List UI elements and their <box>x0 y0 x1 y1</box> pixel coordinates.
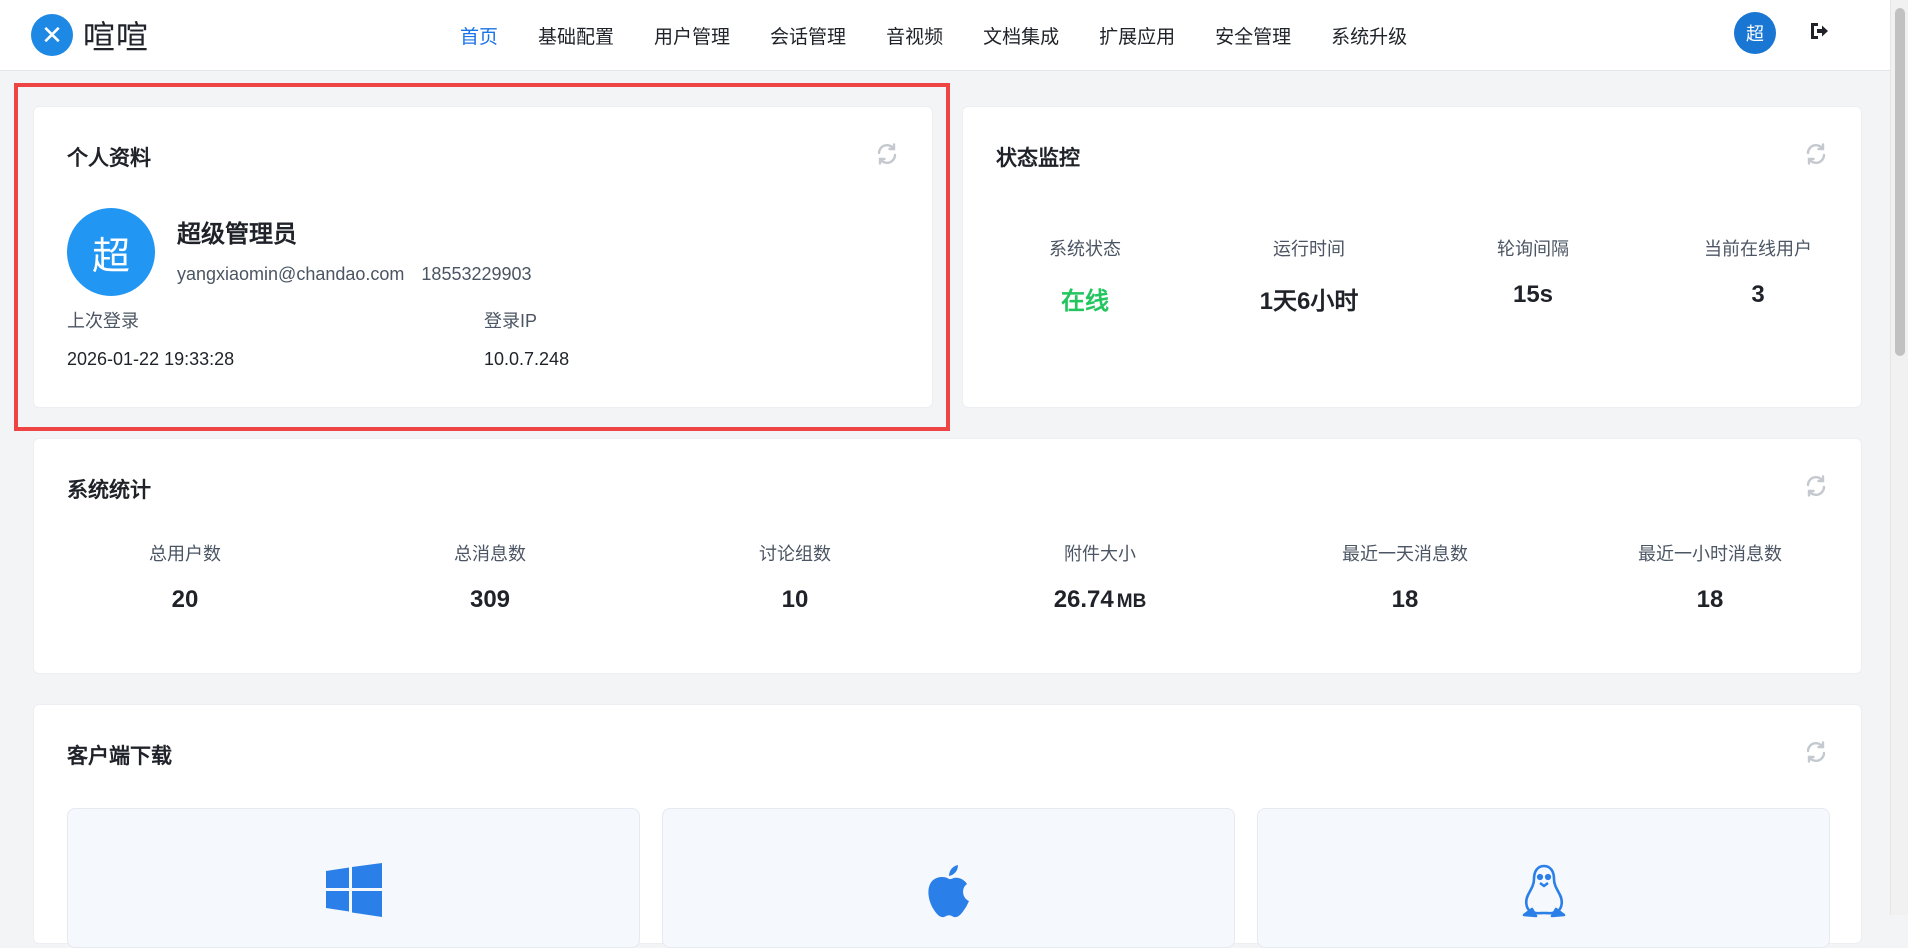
page-scrollbar[interactable] <box>1890 0 1908 915</box>
brand-name: 喧喧 <box>83 19 150 55</box>
profile-avatar: 超 <box>67 208 155 296</box>
profile-card: 个人资料 超 超级管理员 yangxiaomin@chandao.com 185… <box>33 106 933 408</box>
profile-contact: yangxiaomin@chandao.com 18553229903 <box>177 264 532 285</box>
status-item-poll-interval: 轮询间隔 15s <box>1413 235 1653 309</box>
stat-value: 15s <box>1512 281 1554 308</box>
nav-item-audio-video[interactable]: 音视频 <box>886 22 943 49</box>
profile-card-title: 个人资料 <box>67 147 151 170</box>
stat-label: 总用户数 <box>149 544 221 564</box>
last-login-label: 上次登录 <box>67 311 139 331</box>
nav-item-extensions[interactable]: 扩展应用 <box>1099 22 1175 49</box>
stat-messages-last-day: 最近一天消息数 18 <box>1285 540 1525 614</box>
client-download-card: 客户端下载 <box>33 704 1862 948</box>
stat-attachment-size: 附件大小 26.74 MB <box>980 540 1220 614</box>
status-monitor-card: 状态监控 系统状态 在线 运行时间 1天6小时 轮询间隔 15s 当前在线用户 … <box>962 106 1862 408</box>
refresh-icon[interactable] <box>1804 474 1828 498</box>
nav-item-system-upgrade[interactable]: 系统升级 <box>1331 22 1407 49</box>
stat-total-messages: 总消息数 309 <box>370 540 610 614</box>
attachment-size-unit: MB <box>1116 591 1147 612</box>
last-login-value: 2026-01-22 19:33:28 <box>67 349 235 369</box>
status-card-title: 状态监控 <box>996 147 1080 170</box>
stat-total-users: 总用户数 20 <box>65 540 305 614</box>
status-item-system: 系统状态 在线 <box>965 235 1205 316</box>
attachment-size-value: 26.74 <box>1053 586 1114 613</box>
stat-value: 18 <box>1696 586 1724 613</box>
profile-email: yangxiaomin@chandao.com <box>177 264 405 284</box>
top-navbar: ✕ 喧喧 首页 基础配置 用户管理 会话管理 音视频 文档集成 扩展应用 安全管… <box>0 0 1890 71</box>
stats-card-title: 系统统计 <box>67 479 151 502</box>
refresh-icon[interactable] <box>875 142 899 166</box>
system-stats-card: 系统统计 总用户数 20 总消息数 309 讨论组数 10 附件大小 26.74… <box>33 438 1862 674</box>
stat-value: 309 <box>469 586 511 613</box>
nav-item-security[interactable]: 安全管理 <box>1215 22 1291 49</box>
profile-name: 超级管理员 <box>177 221 297 248</box>
stat-label: 最近一小时消息数 <box>1638 544 1782 564</box>
stat-label: 讨论组数 <box>759 544 831 564</box>
nav-item-user-management[interactable]: 用户管理 <box>654 22 730 49</box>
stat-label: 运行时间 <box>1273 239 1345 259</box>
nav-item-session-management[interactable]: 会话管理 <box>770 22 846 49</box>
login-ip-label: 登录IP <box>484 311 538 331</box>
download-card-title: 客户端下载 <box>67 745 172 768</box>
logout-icon[interactable] <box>1808 20 1830 42</box>
stat-label: 系统状态 <box>1049 239 1121 259</box>
nav-item-document-integration[interactable]: 文档集成 <box>983 22 1059 49</box>
download-linux[interactable] <box>1257 808 1830 948</box>
stat-label: 轮询间隔 <box>1497 239 1569 259</box>
download-windows[interactable] <box>67 808 640 948</box>
brand[interactable]: ✕ 喧喧 <box>31 12 149 58</box>
stat-value: 18 <box>1391 586 1419 613</box>
stat-label: 附件大小 <box>1064 544 1136 564</box>
profile-phone: 18553229903 <box>421 264 532 284</box>
status-item-uptime: 运行时间 1天6小时 <box>1189 235 1429 316</box>
nav-item-home[interactable]: 首页 <box>460 22 498 49</box>
stat-messages-last-hour: 最近一小时消息数 18 <box>1590 540 1830 614</box>
nav-item-basic-config[interactable]: 基础配置 <box>538 22 614 49</box>
user-avatar[interactable]: 超 <box>1734 12 1776 54</box>
system-status-value: 在线 <box>1061 288 1109 315</box>
refresh-icon[interactable] <box>1804 142 1828 166</box>
status-item-online-users: 当前在线用户 3 <box>1638 235 1878 309</box>
brand-logo-icon: ✕ <box>31 14 73 56</box>
download-mac[interactable] <box>662 808 1235 948</box>
main-nav: 首页 基础配置 用户管理 会话管理 音视频 文档集成 扩展应用 安全管理 系统升… <box>440 0 1427 71</box>
stat-label: 最近一天消息数 <box>1342 544 1468 564</box>
stat-discussion-groups: 讨论组数 10 <box>675 540 915 614</box>
stat-value: 3 <box>1751 281 1765 308</box>
login-ip-value: 10.0.7.248 <box>484 349 570 369</box>
stat-label: 当前在线用户 <box>1704 239 1812 259</box>
stat-value: 20 <box>171 586 199 613</box>
scrollbar-thumb[interactable] <box>1895 8 1905 356</box>
stat-label: 总消息数 <box>454 544 526 564</box>
stat-value: 10 <box>781 586 809 613</box>
stat-value: 1天6小时 <box>1259 288 1359 315</box>
stat-value: 26.74 MB <box>980 586 1220 614</box>
refresh-icon[interactable] <box>1804 740 1828 764</box>
windows-icon <box>325 863 382 922</box>
